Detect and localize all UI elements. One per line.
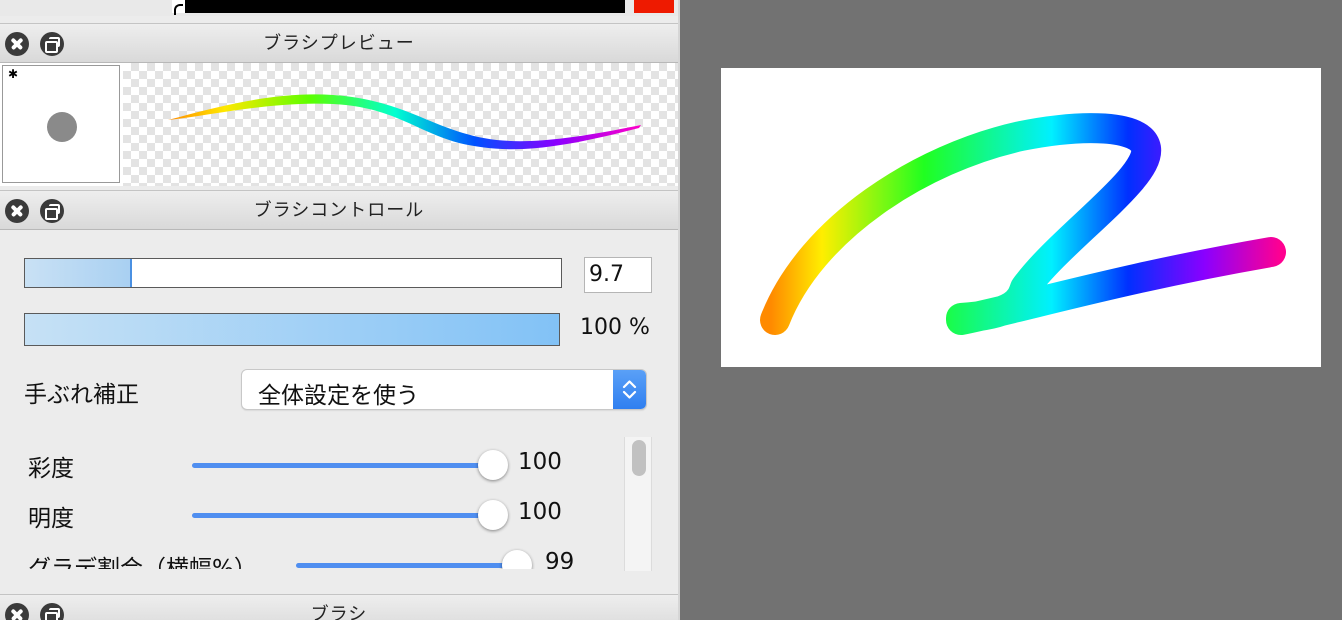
float-window-icon[interactable] — [40, 603, 64, 620]
saturation-knob[interactable] — [478, 450, 508, 480]
brush-size-fill — [25, 259, 133, 287]
saturation-row: 彩度 100 — [0, 445, 620, 485]
left-panel-column: ブラシプレビュー ✱ ブラシコントロール 9.7 100 % 手ぶれ補正 全体設… — [0, 0, 678, 620]
brush-control-body: 9.7 100 % 手ぶれ補正 全体設定を使う 彩度 100 明度 100 グラ… — [0, 231, 678, 593]
close-icon[interactable] — [5, 199, 29, 223]
brush-opacity-fill — [25, 314, 559, 345]
float-window-icon[interactable] — [40, 199, 64, 223]
brightness-knob[interactable] — [478, 500, 508, 530]
scrollbar-thumb[interactable] — [632, 440, 646, 476]
stabilizer-label: 手ぶれ補正 — [24, 382, 139, 408]
brush-tip-preview: ✱ — [2, 65, 120, 183]
saturation-value: 100 — [518, 449, 562, 475]
tip-marker-icon: ✱ — [8, 67, 19, 81]
gradient-ratio-knob[interactable] — [502, 550, 532, 569]
color-cursor-icon[interactable] — [172, 0, 185, 15]
brush-size-value[interactable]: 9.7 — [584, 257, 652, 293]
drawing-canvas[interactable] — [721, 68, 1321, 367]
brush-preview-area: ✱ — [0, 63, 678, 186]
brush-titlebar: ブラシ — [0, 594, 678, 620]
panel-title: ブラシ — [310, 604, 368, 620]
brightness-row: 明度 100 — [0, 495, 620, 535]
slider-list: 彩度 100 明度 100 グラデ割合（横幅%） 99 — [0, 429, 620, 569]
current-color-swatch[interactable] — [634, 0, 674, 13]
panel-divider[interactable] — [678, 0, 680, 620]
gradient-ratio-slider[interactable] — [296, 563, 518, 568]
brush-tip-dot — [47, 112, 77, 142]
gradient-ratio-value: 99 — [545, 549, 575, 569]
brightness-label: 明度 — [28, 506, 74, 532]
gradient-ratio-label: グラデ割合（横幅%） — [28, 556, 257, 569]
color-bar[interactable] — [185, 0, 625, 13]
brightness-slider[interactable] — [192, 513, 492, 518]
chevron-updown-icon[interactable] — [613, 370, 646, 409]
brush-preview-titlebar: ブラシプレビュー — [0, 23, 678, 63]
saturation-label: 彩度 — [28, 456, 74, 482]
stabilizer-select[interactable]: 全体設定を使う — [241, 369, 647, 410]
brush-control-titlebar: ブラシコントロール — [0, 190, 678, 230]
stabilizer-selected-value: 全体設定を使う — [258, 383, 419, 409]
brush-opacity-value: 100 % — [580, 315, 650, 340]
brush-size-slider[interactable] — [24, 258, 562, 288]
close-icon[interactable] — [5, 32, 29, 56]
gradient-ratio-row: グラデ割合（横幅%） 99 — [0, 545, 620, 569]
float-window-icon[interactable] — [40, 32, 64, 56]
stroke-preview — [123, 63, 678, 186]
close-icon[interactable] — [5, 603, 29, 620]
panel-title: ブラシプレビュー — [263, 33, 415, 54]
color-strip — [0, 0, 678, 16]
brightness-value: 100 — [518, 499, 562, 525]
brush-opacity-slider[interactable] — [24, 313, 560, 346]
panel-title: ブラシコントロール — [253, 200, 425, 221]
saturation-slider[interactable] — [192, 463, 492, 468]
